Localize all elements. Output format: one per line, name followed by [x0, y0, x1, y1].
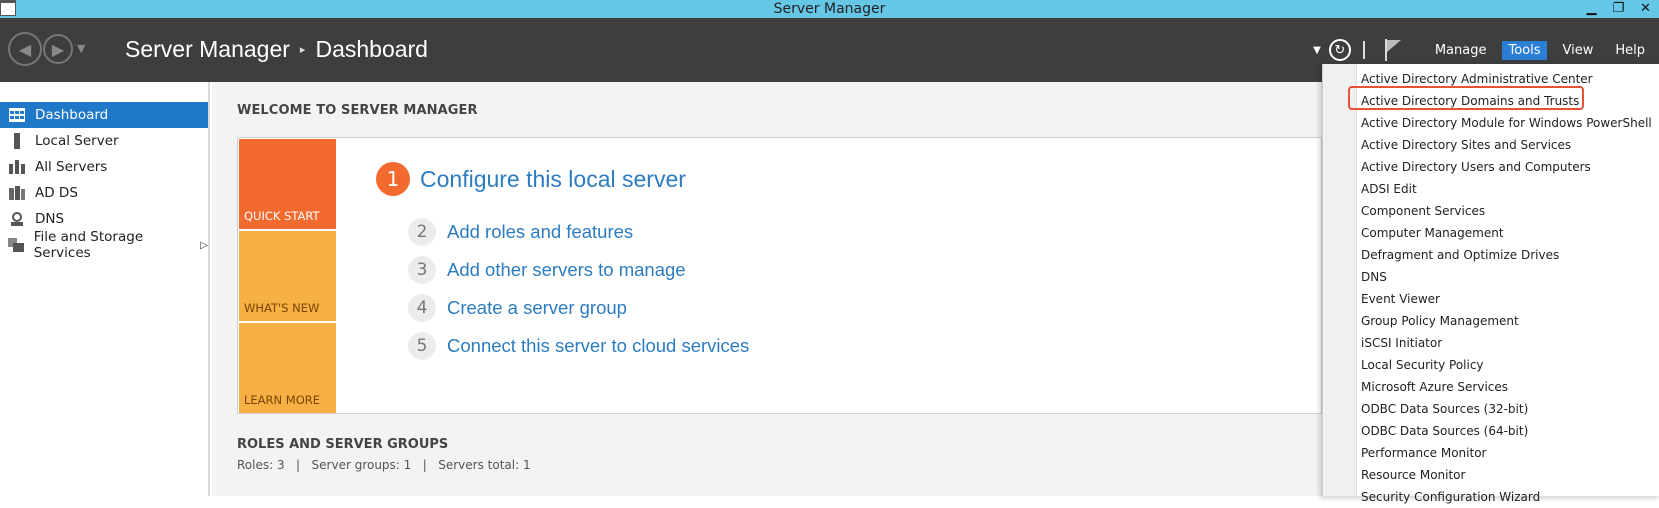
- window-controls: ▁ ❐ ✕: [1578, 0, 1659, 18]
- tools-dropdown-menu: Active Directory Administrative Center Ac…: [1322, 64, 1659, 504]
- tools-menu-item[interactable]: ODBC Data Sources (32-bit): [1361, 398, 1652, 420]
- tools-menu-item[interactable]: Active Directory Administrative Center: [1361, 68, 1652, 90]
- step-add-servers[interactable]: 3 Add other servers to manage: [408, 256, 686, 284]
- step-link[interactable]: Configure this local server: [420, 166, 686, 193]
- quick-start-panel: QUICK START WHAT'S NEW LEARN MORE 1 Conf…: [237, 137, 1322, 414]
- dns-icon: [8, 211, 26, 227]
- forward-button[interactable]: ▶: [43, 34, 73, 64]
- step-link[interactable]: Add other servers to manage: [447, 259, 686, 281]
- servers-icon: [8, 159, 26, 175]
- tools-menu-list: Active Directory Administrative Center Ac…: [1361, 68, 1652, 508]
- forward-arrow-icon: ▶: [51, 39, 65, 59]
- tools-menu-item[interactable]: Microsoft Azure Services: [1361, 376, 1652, 398]
- step-link[interactable]: Connect this server to cloud services: [447, 335, 749, 357]
- refresh-dropdown-icon[interactable]: ▼: [1313, 45, 1321, 56]
- welcome-title: WELCOME TO SERVER MANAGER: [237, 103, 478, 118]
- tile-label: QUICK START: [244, 209, 320, 223]
- tools-menu-item[interactable]: Defragment and Optimize Drives: [1361, 244, 1652, 266]
- sidebar-item-ad-ds[interactable]: AD DS: [0, 180, 208, 206]
- refresh-icon[interactable]: ↻: [1328, 39, 1351, 61]
- step-connect-cloud[interactable]: 5 Connect this server to cloud services: [408, 332, 749, 360]
- sidebar-item-all-servers[interactable]: All Servers: [0, 154, 208, 180]
- sidebar: Dashboard Local Server All Servers AD DS…: [0, 82, 210, 496]
- step-link[interactable]: Create a server group: [447, 297, 627, 319]
- title-bar: Server Manager ▁ ❐ ✕: [0, 0, 1659, 18]
- back-arrow-icon: ◀: [18, 39, 32, 59]
- breadcrumb-separator-icon: ▸: [299, 44, 306, 56]
- tile-label: LEARN MORE: [244, 393, 321, 407]
- tools-menu-item[interactable]: Security Configuration Wizard: [1361, 486, 1652, 508]
- tools-menu-item[interactable]: Event Viewer: [1361, 288, 1652, 310]
- ad-ds-icon: [8, 185, 26, 201]
- tools-menu-item[interactable]: Active Directory Module for Windows Powe…: [1361, 112, 1652, 134]
- tile-quick-start[interactable]: QUICK START: [239, 139, 336, 229]
- sidebar-item-dashboard[interactable]: Dashboard: [0, 102, 208, 128]
- step-number: 5: [408, 332, 436, 360]
- sidebar-item-local-server[interactable]: Local Server: [0, 128, 208, 154]
- tools-menu-item[interactable]: Active Directory Sites and Services: [1361, 134, 1652, 156]
- step-configure-local-server[interactable]: 1 Configure this local server: [376, 162, 686, 196]
- sidebar-item-label: Local Server: [35, 133, 119, 149]
- server-icon: [8, 133, 26, 149]
- dashboard-icon: [8, 107, 26, 123]
- step-create-group[interactable]: 4 Create a server group: [408, 294, 627, 322]
- tools-menu-item[interactable]: Resource Monitor: [1361, 464, 1652, 486]
- tools-menu-item[interactable]: Computer Management: [1361, 222, 1652, 244]
- step-add-roles[interactable]: 2 Add roles and features: [408, 218, 633, 246]
- expand-arrow-icon[interactable]: ▷: [200, 240, 208, 251]
- menu-manage[interactable]: Manage: [1429, 41, 1493, 60]
- sidebar-item-file-storage[interactable]: File and Storage Services ▷: [0, 229, 208, 261]
- notifications-flag-icon[interactable]: [1383, 38, 1403, 62]
- dashboard-main: WELCOME TO SERVER MANAGER QUICK START WH…: [212, 82, 1322, 496]
- close-button[interactable]: ✕: [1632, 0, 1659, 18]
- window-title: Server Manager: [773, 1, 886, 17]
- breadcrumb-current: Dashboard: [315, 36, 428, 62]
- breadcrumb-root[interactable]: Server Manager: [125, 36, 290, 63]
- tools-menu-item[interactable]: ADSI Edit: [1361, 178, 1652, 200]
- sidebar-item-label: All Servers: [35, 159, 108, 175]
- restore-button[interactable]: ❐: [1605, 0, 1632, 18]
- step-number: 4: [408, 294, 436, 322]
- tile-whats-new[interactable]: WHAT'S NEW: [239, 231, 336, 321]
- roles-stats: Roles: 3 | Server groups: 1 | Servers to…: [237, 458, 531, 472]
- menu-tools[interactable]: Tools: [1502, 40, 1547, 60]
- tools-menu-item[interactable]: Component Services: [1361, 200, 1652, 222]
- menu-icon-gutter: [1323, 64, 1357, 496]
- sidebar-item-label: Dashboard: [35, 107, 109, 123]
- toolbar-divider: [1362, 41, 1365, 59]
- step-number: 1: [376, 162, 410, 196]
- sidebar-item-label: DNS: [35, 211, 65, 227]
- tools-menu-item[interactable]: DNS: [1361, 266, 1652, 288]
- tools-menu-item[interactable]: ODBC Data Sources (64-bit): [1361, 420, 1652, 442]
- history-dropdown-icon[interactable]: ▼: [77, 42, 85, 55]
- step-number: 3: [408, 256, 436, 284]
- tools-menu-item[interactable]: Active Directory Domains and Trusts: [1361, 90, 1652, 112]
- menu-view[interactable]: View: [1557, 41, 1600, 60]
- tile-label: WHAT'S NEW: [244, 301, 320, 315]
- tools-menu-item[interactable]: Active Directory Users and Computers: [1361, 156, 1652, 178]
- sidebar-item-label: File and Storage Services: [33, 229, 144, 261]
- minimize-button[interactable]: ▁: [1578, 0, 1605, 18]
- tools-menu-item[interactable]: iSCSI Initiator: [1361, 332, 1652, 354]
- file-storage-icon: [8, 237, 25, 253]
- tools-menu-item[interactable]: Performance Monitor: [1361, 442, 1652, 464]
- step-number: 2: [408, 218, 436, 246]
- roles-section-title: ROLES AND SERVER GROUPS: [237, 437, 449, 452]
- header-toolbar: ▼ ↻ Manage Tools View Help: [1313, 36, 1659, 64]
- sidebar-item-label: AD DS: [35, 185, 78, 201]
- tools-menu-item[interactable]: Local Security Policy: [1361, 354, 1652, 376]
- tools-menu-item[interactable]: Group Policy Management: [1361, 310, 1652, 332]
- menu-help[interactable]: Help: [1609, 41, 1651, 60]
- server-manager-app-icon: [0, 0, 16, 16]
- back-button[interactable]: ◀: [8, 32, 42, 66]
- breadcrumb: Server Manager ▸ Dashboard: [125, 36, 428, 63]
- tile-learn-more[interactable]: LEARN MORE: [239, 323, 336, 413]
- step-link[interactable]: Add roles and features: [447, 221, 633, 243]
